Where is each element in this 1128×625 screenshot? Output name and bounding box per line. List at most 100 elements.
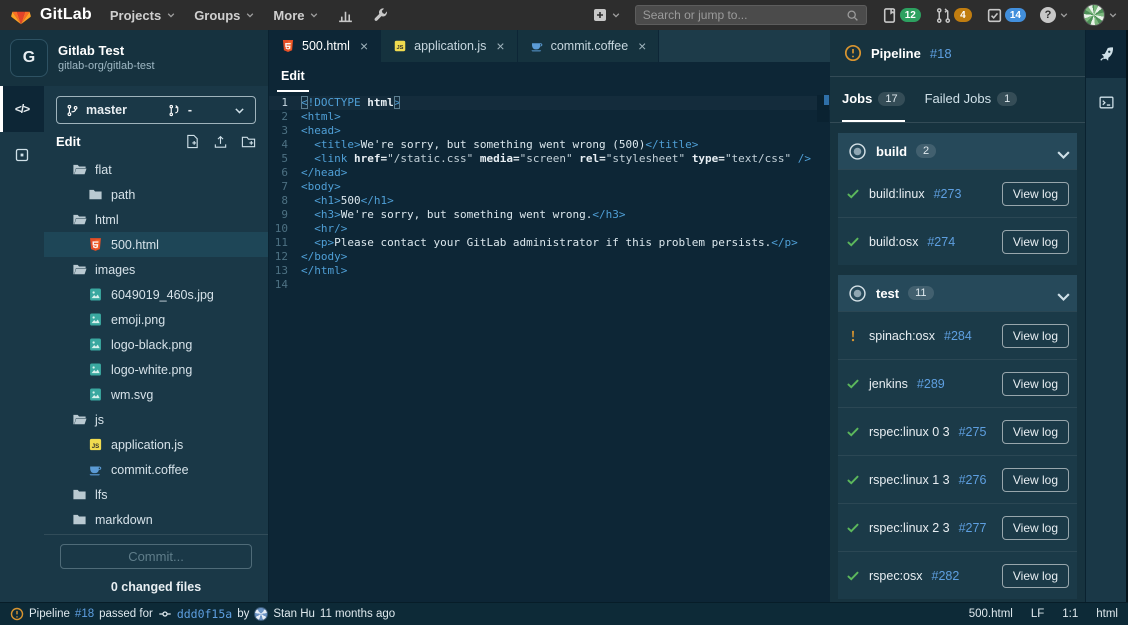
view-log-button[interactable]: View log bbox=[1002, 564, 1069, 588]
tree-item-label: logo-black.png bbox=[111, 338, 192, 352]
help-menu[interactable]: ? bbox=[1040, 7, 1069, 23]
stage-header-test[interactable]: test11 bbox=[838, 275, 1077, 311]
code-line-content: <title>We're sorry, but something went w… bbox=[301, 138, 698, 152]
new-folder-button[interactable] bbox=[241, 134, 256, 149]
tree-item-markdown[interactable]: markdown bbox=[44, 507, 268, 532]
terminal-rail-button[interactable] bbox=[1086, 78, 1126, 126]
line-number: 8 bbox=[269, 194, 301, 208]
line-number: 12 bbox=[269, 250, 301, 264]
view-log-button[interactable]: View log bbox=[1002, 372, 1069, 396]
pipeline-panel: Pipeline #18 Jobs 17 Failed Jobs 1 build… bbox=[830, 30, 1085, 602]
tree-item-500-html[interactable]: 500.html bbox=[44, 232, 268, 257]
tree-item-js[interactable]: js bbox=[44, 407, 268, 432]
todos-counter[interactable]: 14 bbox=[986, 7, 1026, 24]
code-editor[interactable]: 1<!DOCTYPE html>2<html>3<head>4 <title>W… bbox=[269, 92, 830, 602]
tree-item-path[interactable]: path bbox=[44, 182, 268, 207]
tree-item-lfs[interactable]: lfs bbox=[44, 482, 268, 507]
tree-item-logo-white-png[interactable]: logo-white.png bbox=[44, 357, 268, 382]
editor-tab-commit-coffee[interactable]: commit.coffee× bbox=[518, 30, 660, 62]
job-row-rspec-linux-0-3: rspec:linux 0 3#275View log bbox=[838, 407, 1077, 455]
pipelines-rail-button[interactable] bbox=[1086, 30, 1126, 78]
editor-tab-500-html[interactable]: 500.html× bbox=[269, 30, 381, 62]
file-language[interactable]: html bbox=[1096, 608, 1118, 620]
tab-failed-jobs[interactable]: Failed Jobs 1 bbox=[925, 77, 1018, 122]
job-id-link[interactable]: #282 bbox=[932, 569, 960, 583]
view-log-button[interactable]: View log bbox=[1002, 420, 1069, 444]
job-id-link[interactable]: #277 bbox=[959, 521, 987, 535]
job-id-link[interactable]: #284 bbox=[944, 329, 972, 343]
gitlab-logo[interactable]: GitLab bbox=[10, 4, 92, 26]
tree-item-wm-svg[interactable]: wm.svg bbox=[44, 382, 268, 407]
project-header[interactable]: G Gitlab Test gitlab-org/gitlab-test bbox=[0, 30, 268, 86]
failed-jobs-count-badge: 1 bbox=[997, 92, 1017, 106]
cursor-position[interactable]: 1:1 bbox=[1062, 608, 1078, 620]
merge-requests-count: 4 bbox=[954, 8, 972, 22]
file-html-icon bbox=[281, 39, 295, 53]
status-bar: Pipeline #18 passed for ddd0f15a by Stan… bbox=[0, 602, 1128, 625]
view-log-button[interactable]: View log bbox=[1002, 182, 1069, 206]
tree-header: Edit bbox=[56, 134, 256, 149]
tree-item-flat[interactable]: flat bbox=[44, 157, 268, 182]
line-ending[interactable]: LF bbox=[1031, 608, 1044, 620]
view-log-button[interactable]: View log bbox=[1002, 516, 1069, 540]
menu-groups[interactable]: Groups bbox=[194, 8, 255, 23]
merge-requests-counter[interactable]: 4 bbox=[935, 7, 972, 24]
close-icon[interactable]: × bbox=[496, 39, 504, 53]
tree-item-logo-black-png[interactable]: logo-black.png bbox=[44, 332, 268, 357]
menu-more[interactable]: More bbox=[273, 8, 319, 23]
code-line-content: <h3>We're sorry, but something went wron… bbox=[301, 208, 626, 222]
line-number: 1 bbox=[269, 96, 301, 110]
check-icon bbox=[846, 187, 860, 201]
commit-button[interactable]: Commit... bbox=[60, 544, 252, 569]
tree-item-images[interactable]: images bbox=[44, 257, 268, 282]
active-file-name[interactable]: 500.html bbox=[969, 608, 1013, 620]
code-line-content: <hr/> bbox=[301, 222, 347, 236]
pipeline-number-link[interactable]: #18 bbox=[930, 46, 952, 61]
tree-item-application-js[interactable]: JSapplication.js bbox=[44, 432, 268, 457]
job-id-link[interactable]: #289 bbox=[917, 377, 945, 391]
view-log-button[interactable]: View log bbox=[1002, 230, 1069, 254]
code-line: 14 bbox=[269, 278, 830, 292]
tab-edit-mode[interactable]: Edit bbox=[277, 69, 309, 92]
current-merge-request: - bbox=[188, 103, 192, 117]
job-row-rspec-linux-1-3: rspec:linux 1 3#276View log bbox=[838, 455, 1077, 503]
user-menu[interactable] bbox=[1083, 4, 1118, 26]
close-icon[interactable]: × bbox=[360, 39, 368, 53]
job-id-link[interactable]: #276 bbox=[959, 473, 987, 487]
new-file-button[interactable] bbox=[185, 134, 200, 149]
upload-file-button[interactable] bbox=[213, 134, 228, 149]
chevron-down-icon[interactable] bbox=[1054, 145, 1067, 158]
tree-item-6049019-460s-jpg[interactable]: 6049019_460s.jpg bbox=[44, 282, 268, 307]
chevron-down-icon[interactable] bbox=[1054, 287, 1067, 300]
by-label: by bbox=[237, 608, 249, 620]
search-input[interactable] bbox=[643, 8, 846, 22]
editor-tab-application-js[interactable]: JSapplication.js× bbox=[381, 30, 517, 62]
line-number: 9 bbox=[269, 208, 301, 222]
edit-mode-button[interactable]: </> bbox=[0, 86, 44, 132]
tree-item-emoji-png[interactable]: emoji.png bbox=[44, 307, 268, 332]
issues-counter[interactable]: 12 bbox=[881, 7, 921, 24]
help-icon: ? bbox=[1040, 7, 1056, 23]
chart-icon[interactable] bbox=[337, 7, 354, 24]
review-mode-button[interactable] bbox=[0, 132, 44, 178]
stage-header-build[interactable]: build2 bbox=[838, 133, 1077, 169]
branch-icon bbox=[66, 104, 79, 117]
job-id-link[interactable]: #275 bbox=[959, 425, 987, 439]
tree-item-html[interactable]: html bbox=[44, 207, 268, 232]
tree-item-commit-coffee[interactable]: commit.coffee bbox=[44, 457, 268, 482]
view-log-button[interactable]: View log bbox=[1002, 324, 1069, 348]
wrench-icon[interactable] bbox=[372, 7, 389, 24]
view-log-button[interactable]: View log bbox=[1002, 468, 1069, 492]
line-number: 6 bbox=[269, 166, 301, 180]
new-menu-button[interactable] bbox=[592, 7, 621, 23]
commit-sha-link[interactable]: ddd0f15a bbox=[177, 607, 232, 621]
folder-icon bbox=[72, 487, 87, 502]
job-row-build-linux: build:linux#273View log bbox=[838, 169, 1077, 217]
job-id-link[interactable]: #273 bbox=[934, 187, 962, 201]
tab-jobs[interactable]: Jobs 17 bbox=[842, 77, 905, 122]
pipeline-id-link[interactable]: #18 bbox=[75, 608, 94, 620]
menu-projects[interactable]: Projects bbox=[110, 8, 176, 23]
job-id-link[interactable]: #274 bbox=[927, 235, 955, 249]
branch-selector[interactable]: master - bbox=[56, 96, 256, 124]
close-icon[interactable]: × bbox=[638, 39, 646, 53]
